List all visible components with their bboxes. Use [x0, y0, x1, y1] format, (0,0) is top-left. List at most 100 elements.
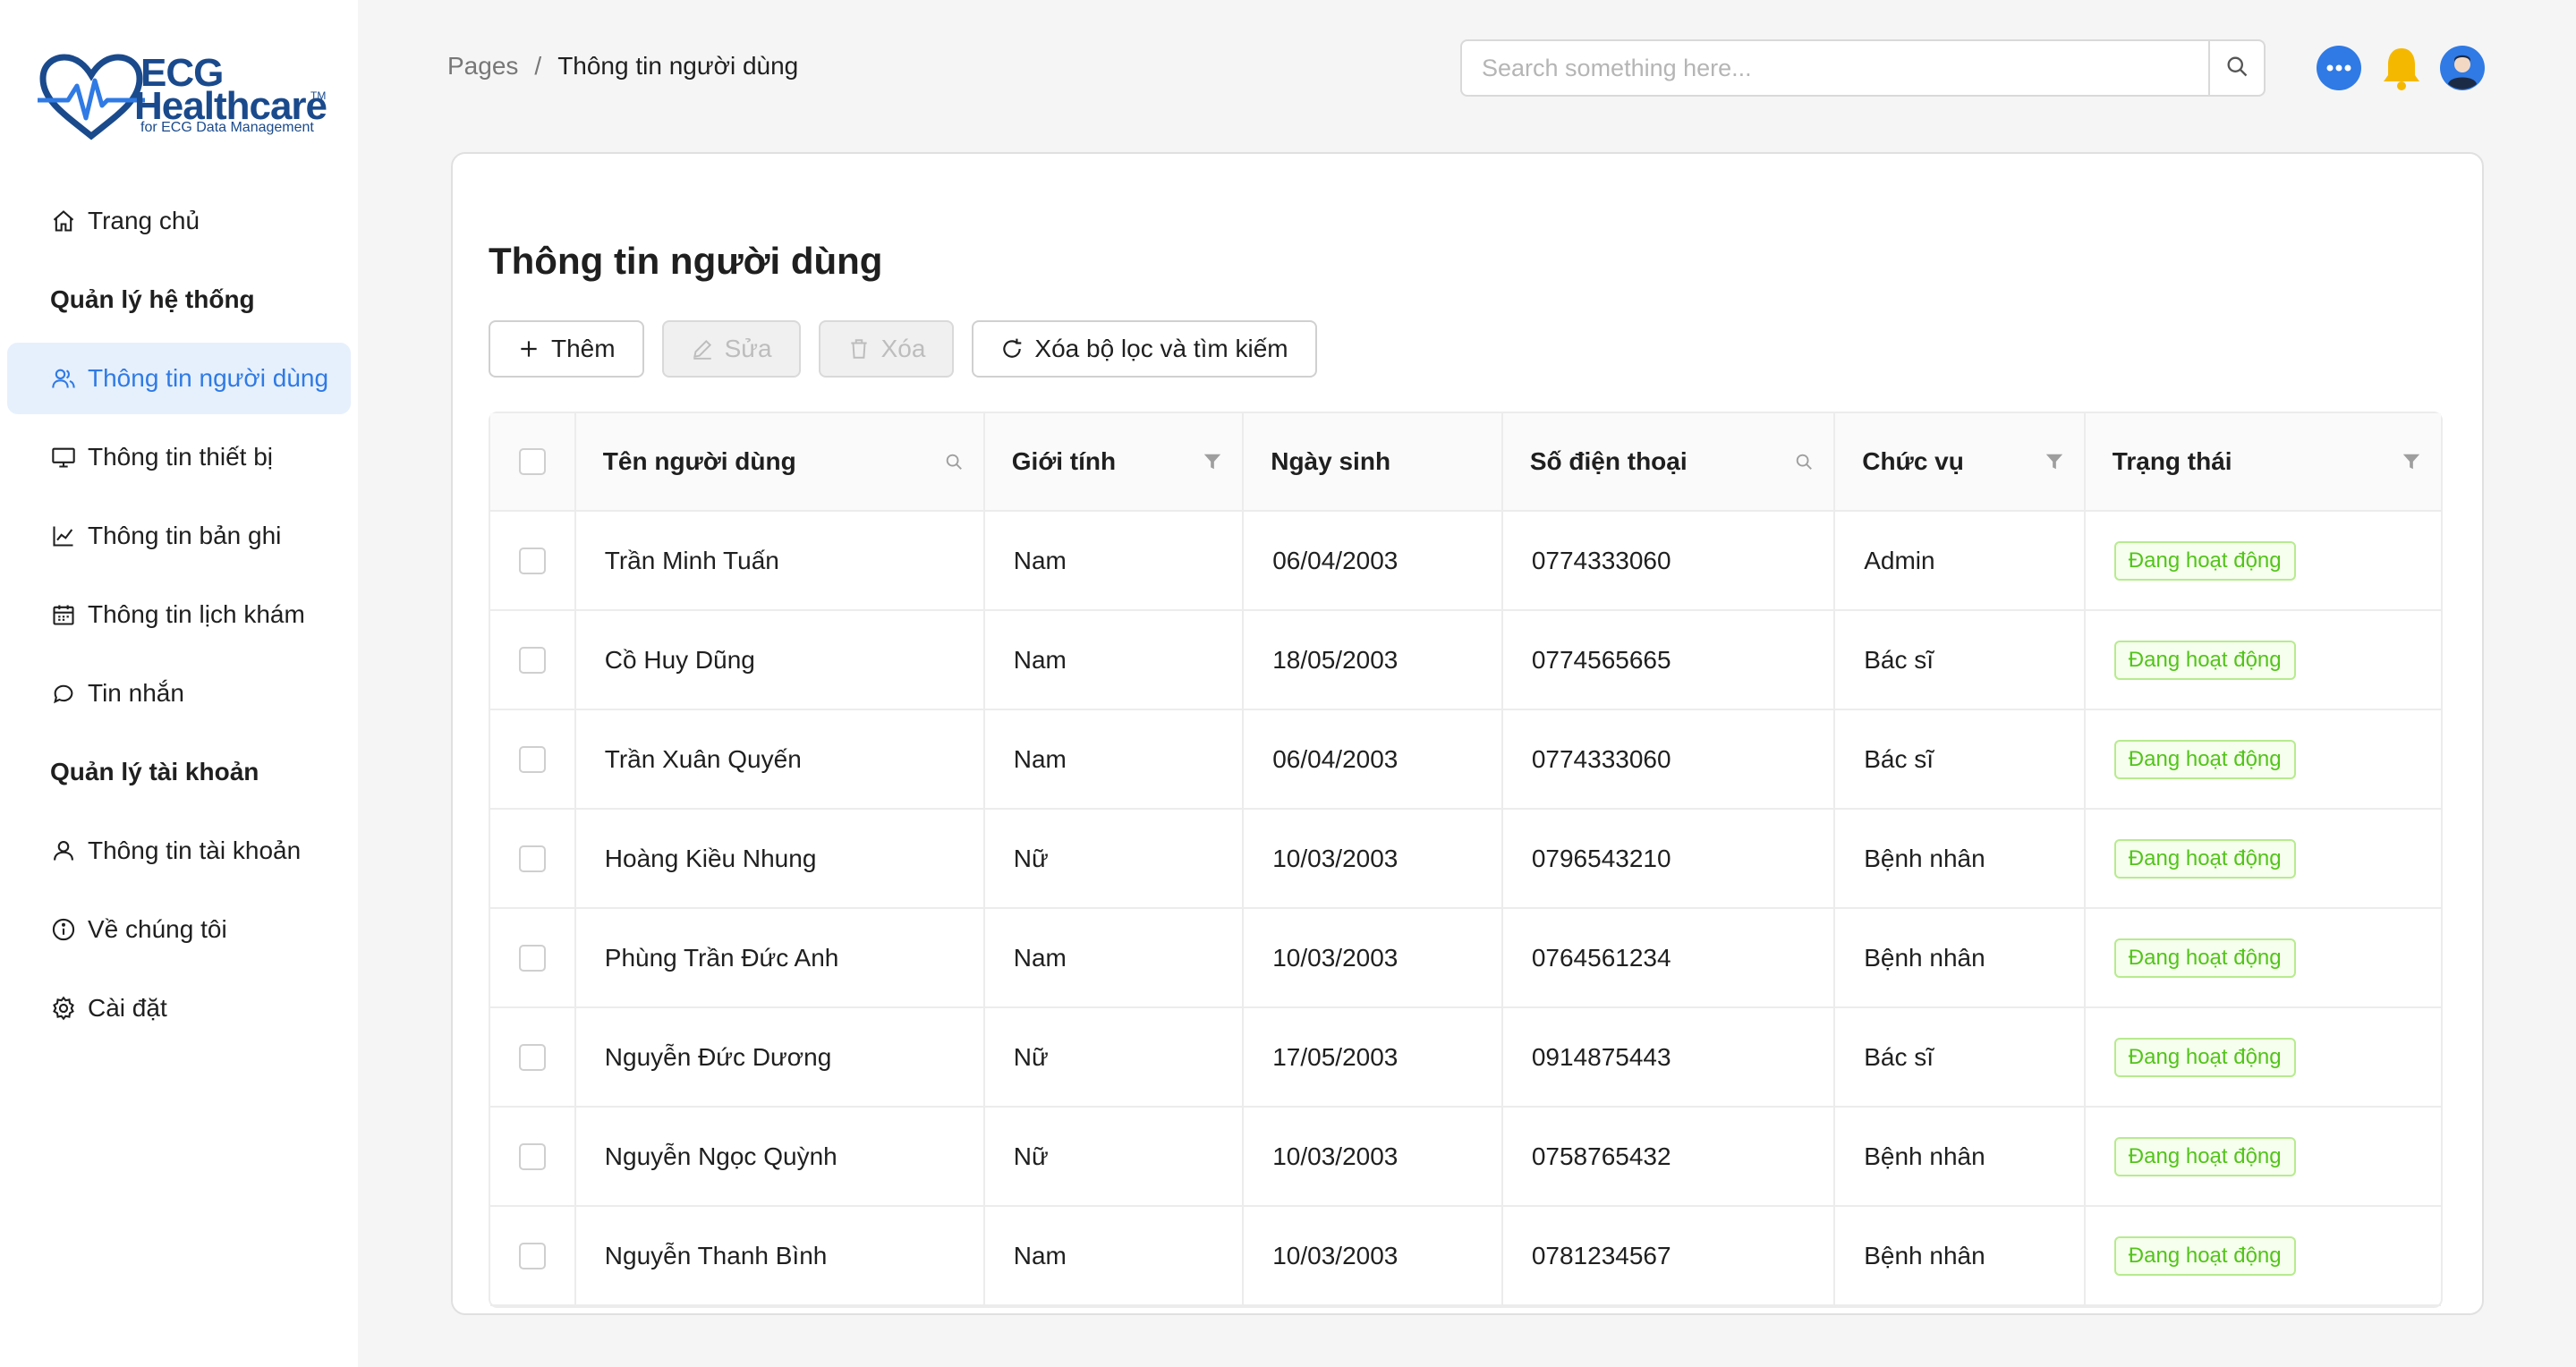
table-row[interactable]: Hoàng Kiều Nhung Nữ 10/03/2003 0796543210 Bệ…: [490, 810, 2441, 909]
filter-icon[interactable]: [2045, 452, 2064, 471]
row-select-cell: [490, 810, 574, 909]
row-checkbox[interactable]: [518, 646, 546, 674]
row-select-cell: [490, 611, 574, 710]
reload-icon: [1000, 337, 1024, 361]
sidebar-item-users[interactable]: Thông tin người dùng: [7, 343, 351, 414]
sidebar-item-label: Tin nhắn: [88, 679, 184, 707]
cell-status: Đang hoạt động: [2083, 611, 2441, 710]
sidebar-item-schedule[interactable]: Thông tin lịch khám: [7, 579, 351, 650]
cell-gender: Nam: [982, 710, 1243, 810]
cell-dob: 06/04/2003: [1242, 710, 1501, 810]
sidebar-item-label: Thông tin thiết bị: [88, 443, 274, 471]
content-card: Thông tin người dùng Thêm Sửa Xóa Xóa bộ…: [451, 152, 2484, 1315]
row-checkbox[interactable]: [518, 547, 546, 574]
sidebar-item-account[interactable]: Thông tin tài khoản: [7, 815, 351, 887]
cell-name: Phùng Trần Đức Anh: [574, 909, 983, 1008]
table-row[interactable]: Trần Minh Tuấn Nam 06/04/2003 0774333060 Adm…: [490, 512, 2441, 611]
table-row[interactable]: Nguyễn Đức Dương Nữ 17/05/2003 0914875443 Bá…: [490, 1008, 2441, 1108]
table-row[interactable]: Trần Xuân Quyến Nam 06/04/2003 0774333060 Bá…: [490, 710, 2441, 810]
messages-button[interactable]: [2316, 45, 2362, 93]
search-icon: [2224, 54, 2249, 83]
table-row[interactable]: Phùng Trần Đức Anh Nam 10/03/2003 076456123…: [490, 909, 2441, 1008]
monitor-icon: [50, 444, 77, 471]
reset-filters-button[interactable]: Xóa bộ lọc và tìm kiếm: [972, 320, 1317, 378]
delete-button-label: Xóa: [880, 335, 926, 362]
column-label: Giới tính: [1011, 447, 1117, 475]
info-icon: [50, 916, 77, 943]
breadcrumb-root[interactable]: Pages: [447, 52, 518, 81]
cell-phone: 0774333060: [1501, 512, 1834, 611]
cell-status: Đang hoạt động: [2083, 512, 2441, 611]
edit-icon: [691, 337, 714, 361]
user-avatar[interactable]: [2439, 45, 2486, 96]
toolbar: Thêm Sửa Xóa Xóa bộ lọc và tìm kiếm: [489, 320, 1335, 378]
column-label: Chức vụ: [1862, 447, 1964, 475]
user-icon: [50, 837, 77, 864]
table-row[interactable]: Cồ Huy Dũng Nam 18/05/2003 0774565665 Bác sĩ…: [490, 611, 2441, 710]
cell-status: Đang hoạt động: [2083, 710, 2441, 810]
cell-status: Đang hoạt động: [2083, 1008, 2441, 1108]
delete-button[interactable]: Xóa: [818, 320, 955, 378]
sidebar-item-about[interactable]: Về chúng tôi: [7, 894, 351, 965]
table-row[interactable]: Nguyễn Thanh Bình Nam 10/03/2003 0781234567…: [490, 1207, 2441, 1306]
sidebar-item-label: Cài đặt: [88, 994, 167, 1022]
column-label: Số điện thoại: [1529, 447, 1688, 475]
edit-button[interactable]: Sửa: [661, 320, 801, 378]
sidebar-item-settings[interactable]: Cài đặt: [7, 972, 351, 1044]
column-header-role: Chức vụ: [1833, 413, 2084, 512]
row-select-cell: [490, 512, 574, 611]
search-icon[interactable]: [1794, 452, 1814, 471]
sidebar: ECG Healthcare TM for ECG Data Managemen…: [0, 0, 358, 1367]
column-label: Tên người dùng: [602, 447, 796, 475]
notifications-button[interactable]: [2378, 47, 2425, 93]
cell-role: Bệnh nhân: [1833, 810, 2084, 909]
search-icon[interactable]: [944, 452, 964, 471]
row-checkbox[interactable]: [518, 1242, 546, 1269]
edit-button-label: Sửa: [724, 335, 772, 362]
cell-name: Nguyễn Thanh Bình: [574, 1207, 983, 1306]
cell-status: Đang hoạt động: [2083, 909, 2441, 1008]
row-checkbox[interactable]: [518, 845, 546, 872]
column-header-gender: Giới tính: [982, 413, 1243, 512]
search-bar: [1460, 39, 2266, 97]
table-row[interactable]: Nguyễn Ngọc Quỳnh Nữ 10/03/2003 0758765432 B…: [490, 1108, 2441, 1207]
sidebar-item-home[interactable]: Trang chủ: [7, 185, 351, 257]
trash-icon: [847, 337, 871, 361]
cell-phone: 0774565665: [1501, 611, 1834, 710]
row-checkbox[interactable]: [518, 1142, 546, 1170]
sidebar-item-records[interactable]: Thông tin bản ghi: [7, 500, 351, 572]
select-all-checkbox[interactable]: [518, 448, 546, 475]
cell-role: Bệnh nhân: [1833, 1108, 2084, 1207]
column-label: Trạng thái: [2112, 447, 2232, 475]
breadcrumb-current: Thông tin người dùng: [557, 52, 799, 80]
chat-icon: [50, 680, 77, 707]
avatar-icon: [2439, 45, 2486, 96]
cell-role: Bác sĩ: [1833, 710, 2084, 810]
bell-icon: [2380, 45, 2423, 96]
status-badge: Đang hoạt động: [2113, 838, 2296, 879]
cell-name: Trần Minh Tuấn: [574, 512, 983, 611]
add-button-label: Thêm: [551, 335, 616, 362]
row-checkbox[interactable]: [518, 745, 546, 773]
cell-phone: 0796543210: [1501, 810, 1834, 909]
sidebar-item-label: Thông tin tài khoản: [88, 836, 302, 864]
row-checkbox[interactable]: [518, 944, 546, 972]
add-button[interactable]: Thêm: [489, 320, 644, 378]
sidebar-item-label: Thông tin lịch khám: [88, 600, 305, 628]
gear-icon: [50, 995, 77, 1022]
row-checkbox[interactable]: [518, 1043, 546, 1071]
app-logo[interactable]: ECG Healthcare TM for ECG Data Managemen…: [38, 54, 342, 143]
sidebar-item-messages[interactable]: Tin nhắn: [7, 658, 351, 729]
sidebar-item-devices[interactable]: Thông tin thiết bị: [7, 421, 351, 493]
filter-icon[interactable]: [2402, 452, 2421, 471]
cell-name: Trần Xuân Quyến: [574, 710, 983, 810]
search-button[interactable]: [2208, 41, 2264, 95]
trademark-mark: TM: [310, 89, 327, 102]
cell-gender: Nam: [982, 909, 1243, 1008]
filter-icon[interactable]: [1203, 452, 1222, 471]
cell-dob: 06/04/2003: [1242, 512, 1501, 611]
search-input[interactable]: [1462, 41, 2208, 95]
sidebar-nav: Trang chủ Quản lý hệ thống Thông tin ngư…: [7, 185, 351, 1051]
cell-phone: 0774333060: [1501, 710, 1834, 810]
cell-dob: 10/03/2003: [1242, 1108, 1501, 1207]
